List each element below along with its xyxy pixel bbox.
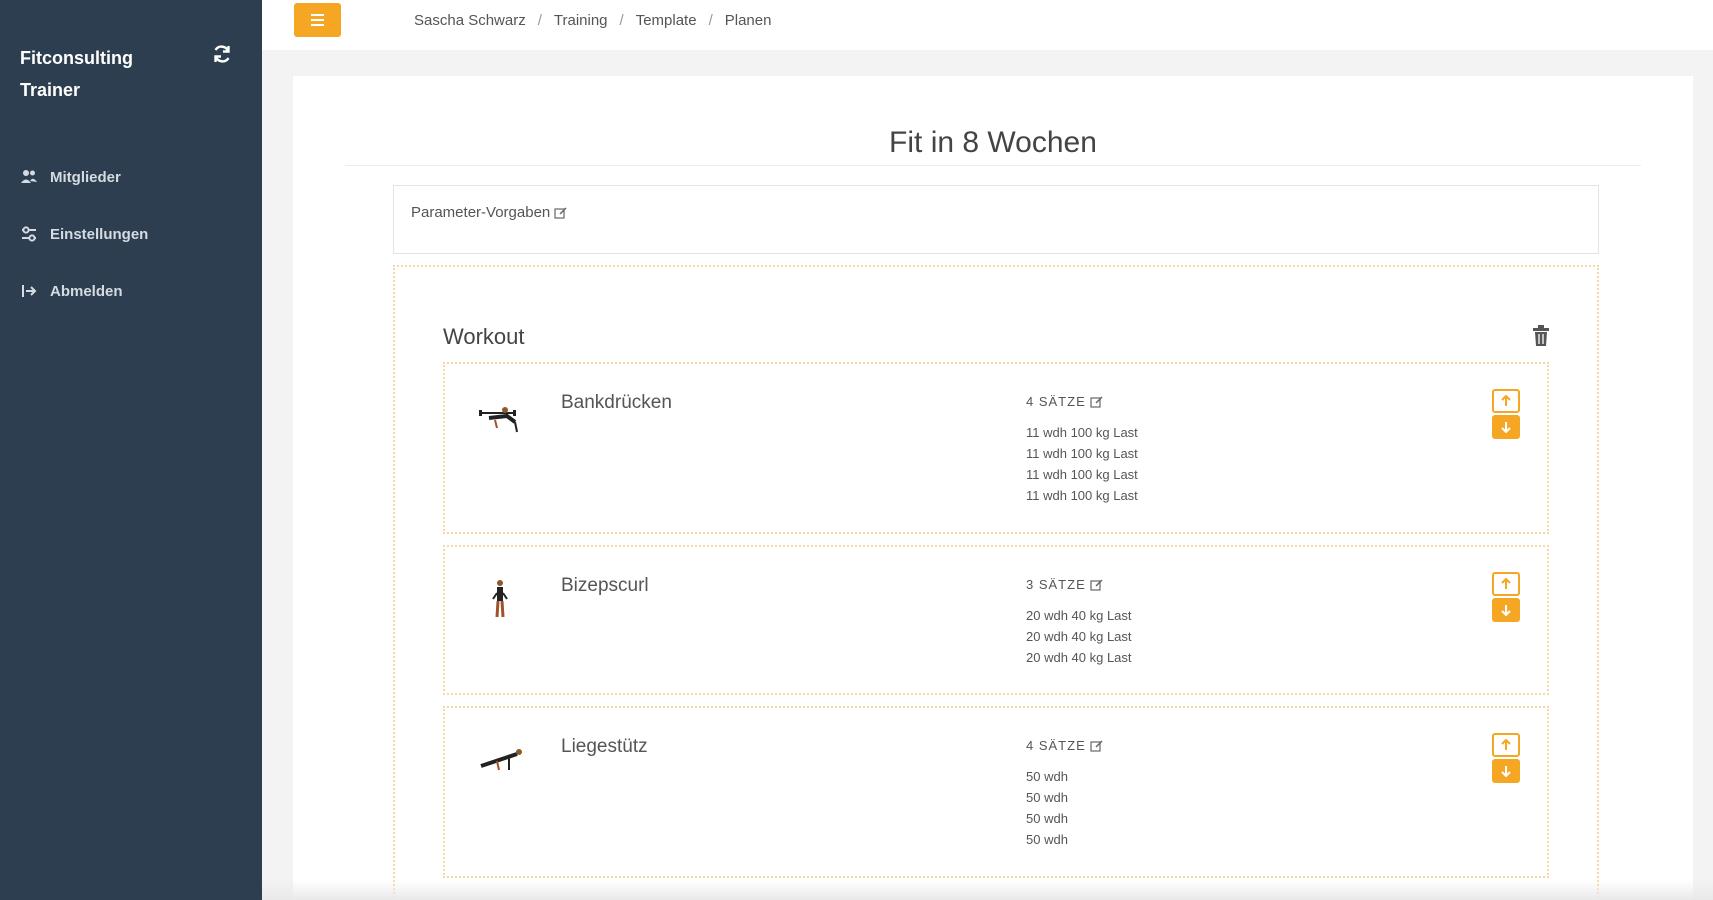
reps-row: 11 wdh 100 kg Last bbox=[1026, 488, 1138, 503]
breadcrumb-separator: / bbox=[708, 12, 713, 29]
move-up-button[interactable] bbox=[1492, 733, 1520, 757]
brand-role: Trainer bbox=[20, 80, 81, 100]
reps-row: 11 wdh 100 kg Last bbox=[1026, 425, 1138, 440]
brand: Fitconsulting Trainer bbox=[20, 42, 133, 106]
reps-row: 50 wdh bbox=[1026, 811, 1068, 826]
arrow-up-icon bbox=[1501, 395, 1511, 406]
workout-block: Workout Bankdrücken 4 SÄTZE 11 wdh 100 k… bbox=[393, 265, 1599, 900]
reps-row: 11 wdh 100 kg Last bbox=[1026, 446, 1138, 461]
arrow-down-icon bbox=[1501, 422, 1511, 433]
move-up-button[interactable] bbox=[1492, 572, 1520, 596]
reps-row: 20 wdh 40 kg Last bbox=[1026, 608, 1132, 623]
sidebar: Fitconsulting Trainer Mitglieder Einstel… bbox=[0, 0, 262, 900]
arrow-up-icon bbox=[1501, 739, 1511, 750]
bicep-curl-figure-icon bbox=[475, 577, 525, 627]
breadcrumb-separator: / bbox=[537, 12, 542, 29]
reps-row: 50 wdh bbox=[1026, 832, 1068, 847]
edit-icon bbox=[1090, 578, 1104, 592]
sidebar-item-label: Abmelden bbox=[50, 282, 123, 300]
sidebar-item-einstellungen[interactable]: Einstellungen bbox=[20, 221, 148, 247]
reps-row: 20 wdh 40 kg Last bbox=[1026, 629, 1132, 644]
sets-label: 3 SÄTZE bbox=[1026, 577, 1086, 592]
parameter-panel: Parameter-Vorgaben bbox=[393, 185, 1599, 254]
sidebar-item-abmelden[interactable]: Abmelden bbox=[20, 278, 123, 304]
brand-name: Fitconsulting bbox=[20, 48, 133, 68]
arrow-down-icon bbox=[1501, 766, 1511, 777]
breadcrumb-item-current: Planen bbox=[724, 12, 772, 29]
arrow-down-icon bbox=[1501, 605, 1511, 616]
move-down-button[interactable] bbox=[1492, 598, 1520, 622]
exercise-name: Bizepscurl bbox=[561, 575, 649, 596]
refresh-icon[interactable] bbox=[211, 43, 233, 65]
title-divider bbox=[345, 165, 1641, 166]
sets-edit-link[interactable]: 4 SÄTZE bbox=[1026, 738, 1104, 753]
breadcrumb-separator: / bbox=[619, 12, 624, 29]
reps-row: 50 wdh bbox=[1026, 769, 1068, 784]
topbar: Sascha Schwarz / Training / Template / P… bbox=[262, 0, 1713, 50]
bottom-fade bbox=[262, 880, 1713, 900]
page-title: Fit in 8 Wochen bbox=[889, 126, 1097, 159]
breadcrumb-item-member[interactable]: Sascha Schwarz bbox=[414, 12, 526, 29]
reps-list: 11 wdh 100 kg Last 11 wdh 100 kg Last 11… bbox=[1026, 422, 1138, 506]
edit-icon bbox=[1090, 739, 1104, 753]
sidebar-item-mitglieder[interactable]: Mitglieder bbox=[20, 164, 121, 190]
sidebar-item-label: Einstellungen bbox=[50, 225, 149, 243]
move-down-button[interactable] bbox=[1492, 759, 1520, 783]
parameter-presets-link[interactable]: Parameter-Vorgaben bbox=[411, 204, 568, 221]
breadcrumb-item-template[interactable]: Template bbox=[636, 12, 697, 29]
exercise-name: Liegestütz bbox=[561, 736, 648, 757]
settings-icon bbox=[20, 225, 38, 243]
logout-icon bbox=[20, 282, 38, 300]
users-icon bbox=[20, 168, 38, 186]
reps-list: 20 wdh 40 kg Last 20 wdh 40 kg Last 20 w… bbox=[1026, 605, 1132, 668]
menu-toggle-button[interactable] bbox=[294, 3, 341, 37]
move-up-button[interactable] bbox=[1492, 389, 1520, 413]
parameter-presets-label: Parameter-Vorgaben bbox=[411, 204, 551, 221]
breadcrumb-item-training[interactable]: Training bbox=[554, 12, 608, 29]
breadcrumb: Sascha Schwarz / Training / Template / P… bbox=[414, 12, 771, 29]
hamburger-icon bbox=[311, 14, 324, 16]
sets-edit-link[interactable]: 3 SÄTZE bbox=[1026, 577, 1104, 592]
arrow-up-icon bbox=[1501, 578, 1511, 589]
pushup-figure-icon bbox=[475, 738, 525, 788]
exercise-name: Bankdrücken bbox=[561, 392, 672, 413]
edit-icon bbox=[1090, 395, 1104, 409]
reps-row: 20 wdh 40 kg Last bbox=[1026, 650, 1132, 665]
reps-list: 50 wdh 50 wdh 50 wdh 50 wdh bbox=[1026, 766, 1068, 850]
move-down-button[interactable] bbox=[1492, 415, 1520, 439]
content-card: Fit in 8 Wochen Parameter-Vorgaben Worko… bbox=[293, 76, 1693, 900]
reps-row: 50 wdh bbox=[1026, 790, 1068, 805]
edit-icon bbox=[554, 206, 568, 220]
exercise-card-bizepscurl: Bizepscurl 3 SÄTZE 20 wdh 40 kg Last 20 … bbox=[443, 545, 1549, 695]
sidebar-item-label: Mitglieder bbox=[50, 168, 121, 186]
bench-press-figure-icon bbox=[475, 394, 525, 444]
exercise-card-bankdruecken: Bankdrücken 4 SÄTZE 11 wdh 100 kg Last 1… bbox=[443, 362, 1549, 534]
trash-icon[interactable] bbox=[1530, 324, 1552, 348]
exercise-card-liegestuetz: Liegestütz 4 SÄTZE 50 wdh 50 wdh 50 wdh … bbox=[443, 706, 1549, 878]
sets-edit-link[interactable]: 4 SÄTZE bbox=[1026, 394, 1104, 409]
sets-label: 4 SÄTZE bbox=[1026, 394, 1086, 409]
workout-title: Workout bbox=[443, 324, 525, 349]
sets-label: 4 SÄTZE bbox=[1026, 738, 1086, 753]
reps-row: 11 wdh 100 kg Last bbox=[1026, 467, 1138, 482]
